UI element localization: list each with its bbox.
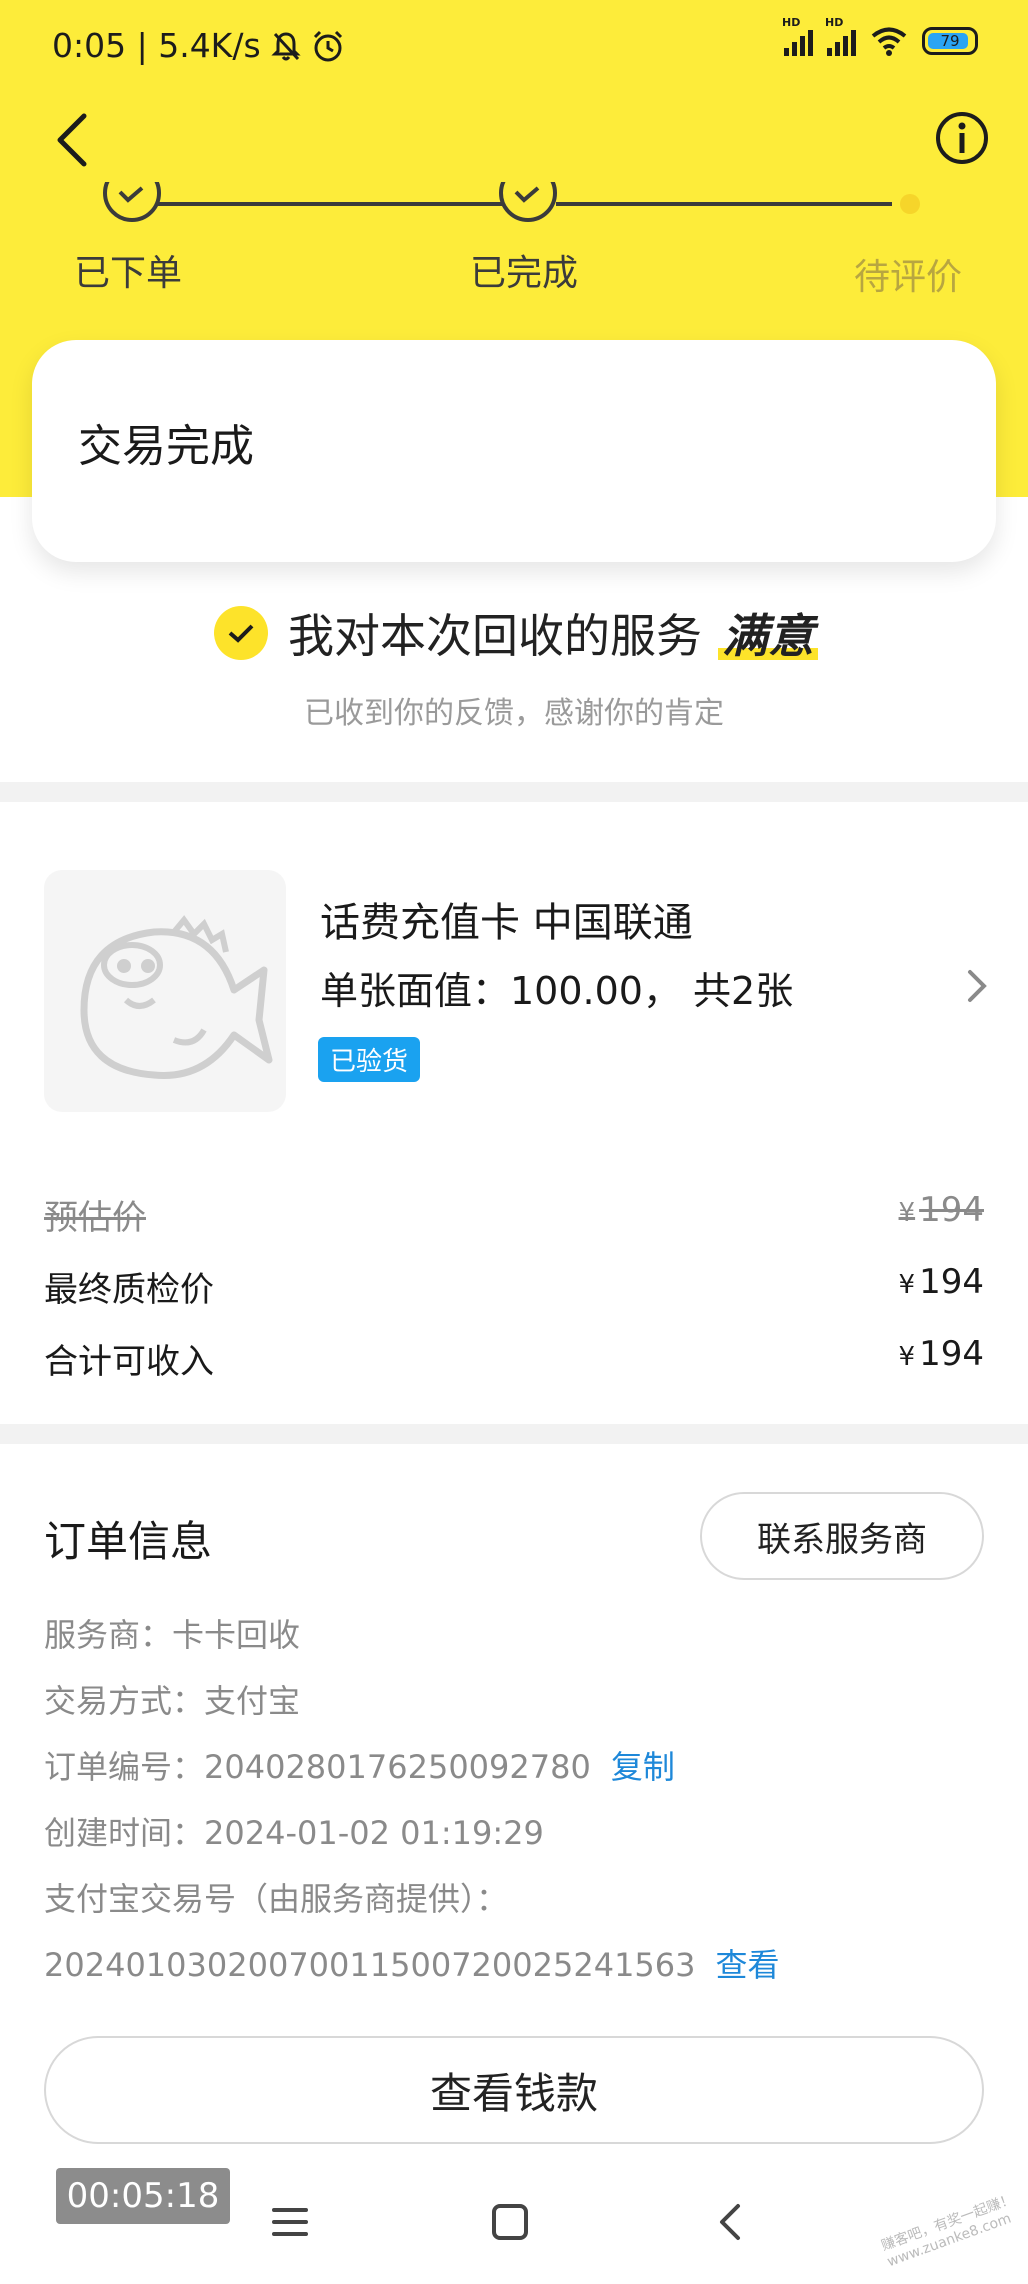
menu-icon[interactable]	[268, 2200, 312, 2244]
estimated-price-label: 预估价	[44, 1198, 146, 1238]
final-amount: 194	[919, 1262, 984, 1302]
step-check-icon	[118, 186, 144, 203]
contact-provider-button[interactable]: 联系服务商	[700, 1492, 984, 1580]
view-payment-button[interactable]: 查看钱款	[44, 2036, 984, 2144]
currency-symbol: ¥	[898, 1342, 916, 1372]
check-icon	[214, 606, 268, 660]
final-price-row: 最终质检价 ¥194	[44, 1262, 984, 1311]
total-amount: 194	[919, 1334, 984, 1374]
satisfaction-text: 我对本次回收的服务	[288, 609, 702, 663]
final-price-label: 最终质检价	[44, 1270, 214, 1310]
order-status-title: 交易完成	[78, 421, 254, 472]
provider-row: 服务商：卡卡回收	[44, 1616, 301, 1654]
estimated-price-row: 预估价 ¥194	[44, 1190, 984, 1239]
product-spec: 单张面值：100.00， 共2张	[320, 969, 794, 1013]
nav-back-icon[interactable]	[710, 2200, 754, 2244]
alipay-transaction-number: 2024010302007001150072002524156​3	[44, 1946, 696, 1984]
step-label-review: 待评价	[854, 257, 963, 298]
order-number: 订单编号：2040280176250092780	[44, 1748, 591, 1786]
order-progress: 已下单 已完成 待评价	[0, 180, 1028, 300]
status-time-speed: 0:05 | 5.4K/s	[52, 26, 261, 65]
status-left: 0:05 | 5.4K/s	[52, 26, 345, 65]
wifi-icon	[871, 27, 907, 56]
currency-symbol: ¥	[898, 1270, 916, 1300]
alarm-icon	[313, 30, 342, 61]
status-bar: 0:05 | 5.4K/s HD HD 79	[0, 0, 1028, 96]
battery-level: 79	[940, 32, 960, 50]
section-divider-2	[0, 1424, 1028, 1444]
order-number-row: 订单编号：2040280176250092780 复制	[44, 1742, 675, 1788]
step-label-completed: 已完成	[470, 253, 579, 294]
order-info-title: 订单信息	[44, 1517, 213, 1566]
estimated-price-value: ¥194	[899, 1190, 984, 1239]
satisfaction-line: 我对本次回收的服务 满意	[0, 600, 1028, 666]
currency-symbol: ¥	[898, 1198, 916, 1228]
signal-icon-2: HD	[825, 16, 856, 56]
status-card: 交易完成	[32, 340, 996, 562]
final-price-value: ¥194	[899, 1262, 984, 1311]
section-divider	[0, 782, 1028, 802]
home-icon[interactable]	[488, 2200, 532, 2244]
hd-label-2: HD	[825, 16, 844, 29]
copy-link[interactable]: 复制	[611, 1748, 675, 1786]
progress-line-2	[556, 202, 892, 206]
hd-label: HD	[782, 16, 801, 29]
created-time-row: 创建时间：2024-01-02 01:19:29	[44, 1814, 544, 1852]
step-check-icon-2	[514, 186, 540, 203]
payment-method-row: 交易方式：支付宝	[44, 1682, 301, 1720]
chevron-right-icon[interactable]	[964, 966, 990, 1006]
product-name: 话费充值卡 中国联通	[320, 900, 693, 946]
estimated-amount: 194	[919, 1190, 984, 1230]
progress-line-1	[132, 202, 504, 206]
total-income-value: ¥194	[899, 1334, 984, 1383]
battery-icon: 79	[922, 27, 978, 55]
step-label-ordered: 已下单	[74, 253, 183, 294]
satisfaction-section: 我对本次回收的服务 满意 已收到你的反馈，感谢你的肯定	[0, 600, 1028, 732]
total-income-row: 合计可收入 ¥194	[44, 1334, 984, 1383]
alipay-label-row: 支付宝交易号（由服务商提供）：	[44, 1880, 509, 1918]
status-right: HD HD 79	[782, 16, 978, 56]
watermark: 赚客吧，有奖一起赚！ www.zuanke8.com	[879, 2191, 1017, 2271]
view-link[interactable]: 查看	[716, 1946, 780, 1984]
satisfaction-level: 满意	[718, 600, 818, 666]
product-thumbnail[interactable]	[44, 870, 286, 1112]
back-arrow-icon[interactable]	[48, 110, 100, 170]
fish-placeholder-icon	[80, 915, 273, 1079]
signal-icon: HD	[782, 16, 813, 56]
info-icon[interactable]	[934, 110, 990, 166]
satisfaction-subtext: 已收到你的反馈，感谢你的肯定	[304, 696, 724, 731]
step-pending-dot	[900, 194, 920, 214]
inspected-badge: 已验货	[318, 1037, 421, 1082]
mute-bell-icon	[271, 31, 301, 60]
alipay-number-row: 2024010302007001150072002524156​3 查看	[44, 1940, 780, 1986]
screen-record-timer: 00:05:18	[56, 2168, 230, 2224]
total-income-label: 合计可收入	[44, 1342, 214, 1382]
